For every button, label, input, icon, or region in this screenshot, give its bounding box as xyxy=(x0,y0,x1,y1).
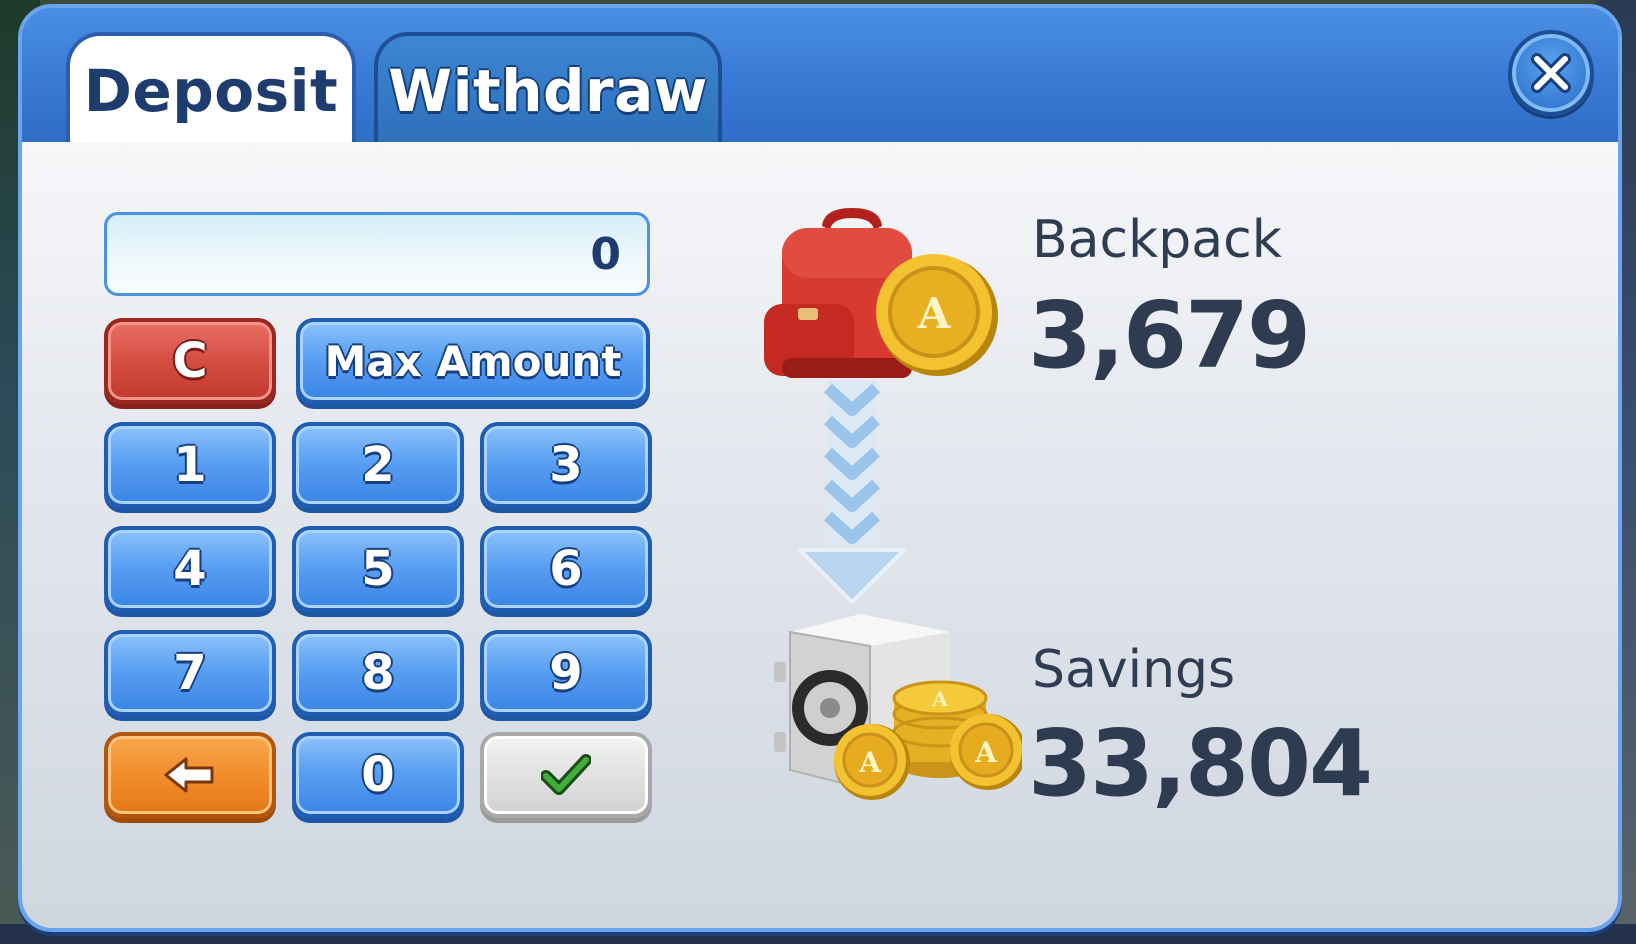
max-amount-button[interactable]: Max Amount xyxy=(296,318,650,404)
digit-6-button[interactable]: 6 xyxy=(480,526,652,612)
backpack-coin-icon: A xyxy=(764,208,998,378)
backpack-amount: 3,679 xyxy=(1028,282,1311,389)
digit-1-button[interactable]: 1 xyxy=(104,422,276,508)
backpack-label: Backpack xyxy=(1032,210,1282,270)
svg-text:A: A xyxy=(858,746,882,779)
close-button[interactable] xyxy=(1508,30,1594,116)
clear-button[interactable]: C xyxy=(104,318,276,404)
savings-amount: 33,804 xyxy=(1028,710,1373,817)
digit-2-button[interactable]: 2 xyxy=(292,422,464,508)
dialog-body: 0 C Max Amount 1 2 3 4 5 6 7 8 9 0 A A A… xyxy=(22,142,1618,928)
back-arrow-icon xyxy=(164,757,214,793)
savings-label: Savings xyxy=(1032,640,1236,700)
svg-text:A: A xyxy=(917,289,952,338)
digit-5-button[interactable]: 5 xyxy=(292,526,464,612)
digit-3-button[interactable]: 3 xyxy=(480,422,652,508)
digit-8-button[interactable]: 8 xyxy=(292,630,464,716)
confirm-button[interactable] xyxy=(480,732,652,818)
safe-coins-icon: A A A xyxy=(774,614,1022,800)
tab-deposit[interactable]: Deposit xyxy=(66,32,356,146)
backspace-button[interactable] xyxy=(104,732,276,818)
digit-7-button[interactable]: 7 xyxy=(104,630,276,716)
digit-4-button[interactable]: 4 xyxy=(104,526,276,612)
bank-dialog: Deposit Withdraw 0 C Max Amount 1 2 3 4 … xyxy=(18,4,1622,932)
digit-0-button[interactable]: 0 xyxy=(292,732,464,818)
checkmark-icon xyxy=(541,754,591,795)
close-icon xyxy=(1531,53,1571,93)
dialog-header: Deposit Withdraw xyxy=(22,8,1618,146)
digit-9-button[interactable]: 9 xyxy=(480,630,652,716)
down-arrow-icon xyxy=(798,380,906,604)
tab-withdraw[interactable]: Withdraw xyxy=(374,32,722,146)
amount-input[interactable]: 0 xyxy=(104,212,650,296)
svg-text:A: A xyxy=(931,687,948,711)
svg-text:A: A xyxy=(974,736,998,769)
